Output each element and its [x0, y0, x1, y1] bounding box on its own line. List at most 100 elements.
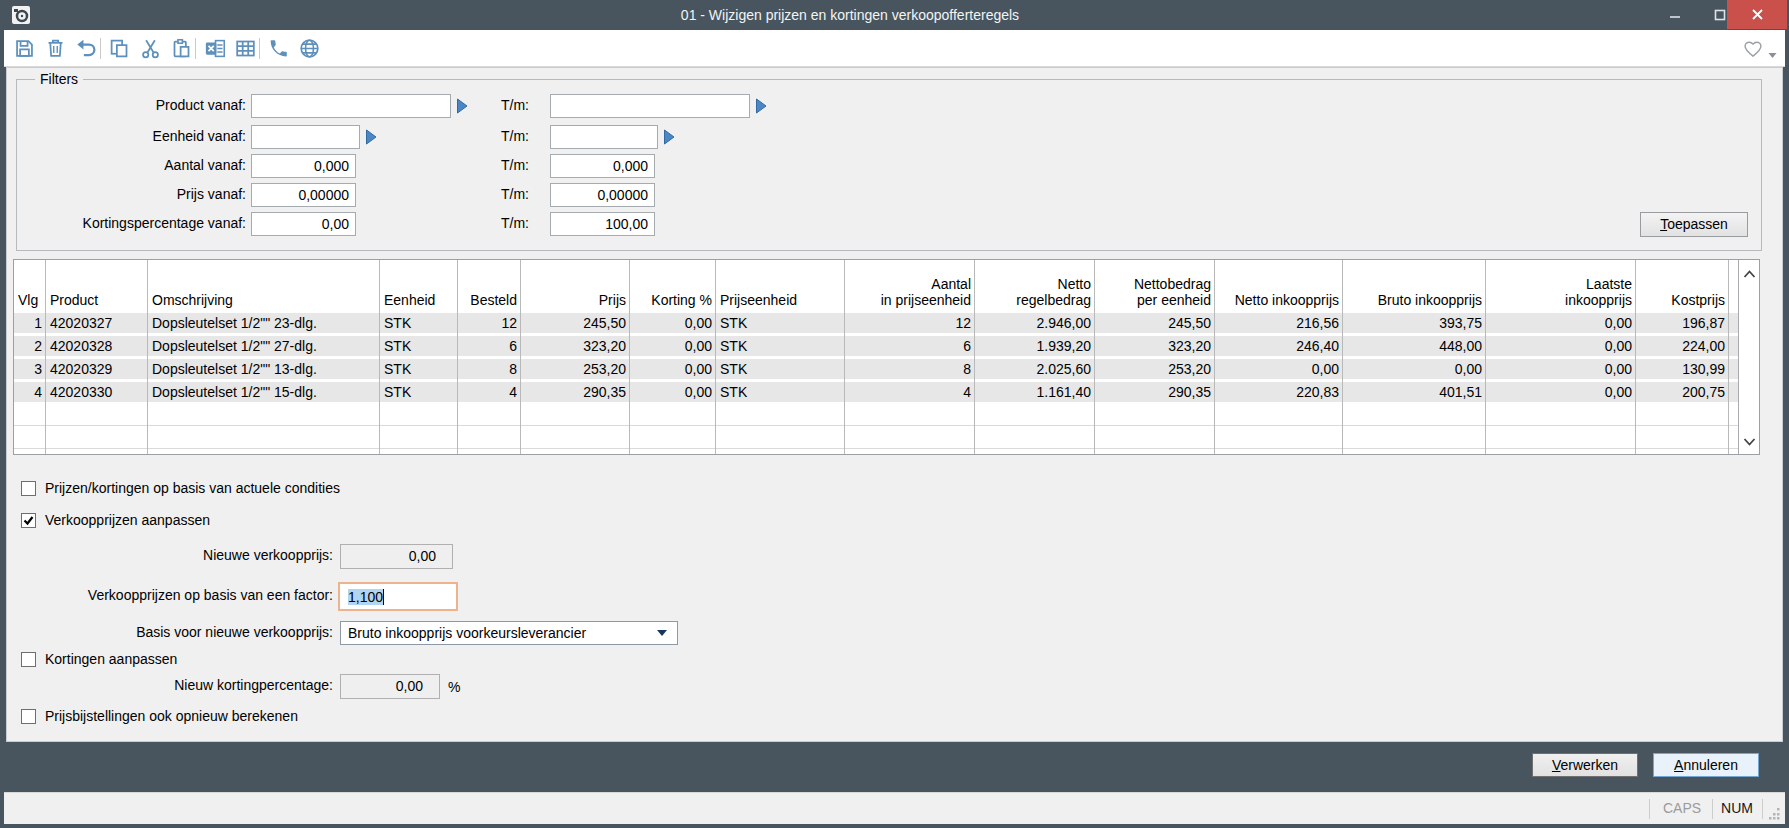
title-bar: 01 - Wijzigen prijzen en kortingen verko… — [0, 0, 1789, 30]
globe-icon[interactable] — [299, 38, 320, 59]
table-cell: 2.025,60 — [975, 359, 1095, 379]
basis-dropdown[interactable]: Bruto inkoopprijs voorkeursleverancier — [340, 621, 678, 645]
phone-icon[interactable] — [268, 38, 289, 59]
table-grid-icon[interactable] — [235, 38, 256, 59]
actuele-checkbox[interactable] — [21, 481, 36, 496]
paste-icon[interactable] — [171, 38, 192, 59]
column-separator — [629, 260, 630, 454]
table-cell: 42020330 — [46, 382, 148, 402]
process-button[interactable]: Verwerken — [1532, 753, 1638, 777]
browse-arrow-icon[interactable] — [755, 98, 767, 114]
table-cell: STK — [380, 313, 458, 333]
column-header[interactable]: Prijs — [521, 260, 630, 311]
column-header[interactable]: Korting % — [630, 260, 716, 311]
status-bar: CAPS NUM — [4, 792, 1785, 824]
column-header[interactable]: Kostprijs — [1636, 260, 1729, 311]
table-cell: STK — [380, 382, 458, 402]
resize-grip[interactable] — [1767, 806, 1781, 820]
toolbar-separator — [195, 38, 196, 59]
table-cell: 42020329 — [46, 359, 148, 379]
prijsbijstellingen-checkbox[interactable] — [21, 709, 36, 724]
column-header[interactable]: Netto inkoopprijs — [1215, 260, 1343, 311]
table-row[interactable]: 142020327Dopsleutelset 1/2"" 23-dlg.STK1… — [14, 311, 1738, 334]
filter-tm-label: T/m: — [479, 128, 529, 145]
table-row[interactable]: 442020330Dopsleutelset 1/2"" 15-dlg.STK4… — [14, 380, 1738, 403]
column-header[interactable]: Product — [46, 260, 148, 311]
table-cell: Dopsleutelset 1/2"" 27-dlg. — [148, 336, 380, 356]
trash-icon[interactable] — [45, 38, 66, 59]
filter-tm-input[interactable]: 0,00000 — [550, 183, 655, 207]
nieuwe-verkoopprijs-input[interactable]: 0,00 — [340, 544, 453, 569]
table-cell: 3 — [14, 359, 46, 379]
column-header[interactable]: Vlg — [14, 260, 46, 311]
column-separator — [1485, 260, 1486, 454]
cancel-button[interactable]: Annuleren — [1653, 753, 1759, 777]
column-header[interactable]: Aantalin prijseenheid — [845, 260, 975, 311]
column-header[interactable]: Laatsteinkoopprijs — [1486, 260, 1636, 311]
close-button[interactable] — [1727, 0, 1787, 29]
table-cell: 0,00 — [630, 359, 716, 379]
filter-from-input[interactable]: 0,00000 — [251, 183, 356, 207]
table-cell: 0,00 — [1486, 359, 1636, 379]
favorite-dropdown-icon[interactable] — [1768, 46, 1777, 53]
filter-tm-input[interactable] — [550, 125, 658, 149]
column-separator — [1728, 260, 1729, 454]
column-header[interactable]: Besteld — [458, 260, 521, 311]
browse-arrow-icon[interactable] — [365, 129, 377, 145]
browse-arrow-icon[interactable] — [456, 98, 468, 114]
empty-table-row — [14, 449, 1738, 454]
factor-input[interactable]: 1,100 — [338, 582, 458, 611]
column-header[interactable]: Nettoregelbedrag — [975, 260, 1095, 311]
kortingpercentage-input[interactable]: 0,00 — [340, 674, 440, 699]
table-cell: 42020327 — [46, 313, 148, 333]
copy-icon[interactable] — [109, 38, 130, 59]
table-cell: 290,35 — [1095, 382, 1215, 402]
filter-from-input[interactable] — [251, 94, 451, 118]
column-separator — [457, 260, 458, 454]
undo-icon[interactable] — [76, 38, 97, 59]
favorite-heart-icon[interactable] — [1743, 39, 1763, 59]
table-cell: STK — [380, 336, 458, 356]
filter-tm-input[interactable]: 100,00 — [550, 212, 655, 236]
column-separator — [1094, 260, 1095, 454]
apply-button[interactable]: Toepassen — [1640, 212, 1748, 237]
filter-tm-input[interactable] — [550, 94, 750, 118]
table-cell: 1.161,40 — [975, 382, 1095, 402]
verkoop-checkbox[interactable] — [21, 513, 36, 528]
table-cell: 246,40 — [1215, 336, 1343, 356]
table-cell: 216,56 — [1215, 313, 1343, 333]
filter-tm-label: T/m: — [479, 157, 529, 174]
column-header[interactable]: Nettobedragper eenheid — [1095, 260, 1215, 311]
table-cell: 393,75 — [1343, 313, 1486, 333]
save-icon[interactable] — [14, 38, 35, 59]
filters-legend: Filters — [35, 71, 83, 87]
filter-label: Eenheid vanaf: — [40, 128, 246, 145]
table-cell: 12 — [458, 313, 521, 333]
vertical-scrollbar[interactable] — [1738, 260, 1759, 454]
filter-from-input[interactable]: 0,000 — [251, 154, 356, 178]
table-cell: STK — [716, 382, 845, 402]
filter-tm-input[interactable]: 0,000 — [550, 154, 655, 178]
table-cell: 0,00 — [630, 336, 716, 356]
column-separator — [1635, 260, 1636, 454]
column-header[interactable]: Omschrijving — [148, 260, 380, 311]
kortingen-checkbox[interactable] — [21, 652, 36, 667]
table-row[interactable]: 342020329Dopsleutelset 1/2"" 13-dlg.STK8… — [14, 357, 1738, 380]
offer-lines-table: VlgProductOmschrijvingEenheidBesteldPrij… — [13, 259, 1760, 455]
table-cell: 448,00 — [1343, 336, 1486, 356]
window: 01 - Wijzigen prijzen en kortingen verko… — [0, 0, 1789, 828]
empty-table-row — [14, 426, 1738, 449]
filter-tm-label: T/m: — [479, 186, 529, 203]
table-cell: 323,20 — [521, 336, 630, 356]
table-cell: 2.946,00 — [975, 313, 1095, 333]
excel-export-icon[interactable] — [204, 38, 225, 59]
cut-icon[interactable] — [140, 38, 161, 59]
table-row[interactable]: 242020328Dopsleutelset 1/2"" 27-dlg.STK6… — [14, 334, 1738, 357]
browse-arrow-icon[interactable] — [663, 129, 675, 145]
column-header[interactable]: Bruto inkoopprijs — [1343, 260, 1486, 311]
column-header[interactable]: Prijseenheid — [716, 260, 845, 311]
filter-from-input[interactable]: 0,00 — [251, 212, 356, 236]
filter-from-input[interactable] — [251, 125, 360, 149]
column-header[interactable]: Eenheid — [380, 260, 458, 311]
minimize-button[interactable] — [1652, 0, 1697, 29]
